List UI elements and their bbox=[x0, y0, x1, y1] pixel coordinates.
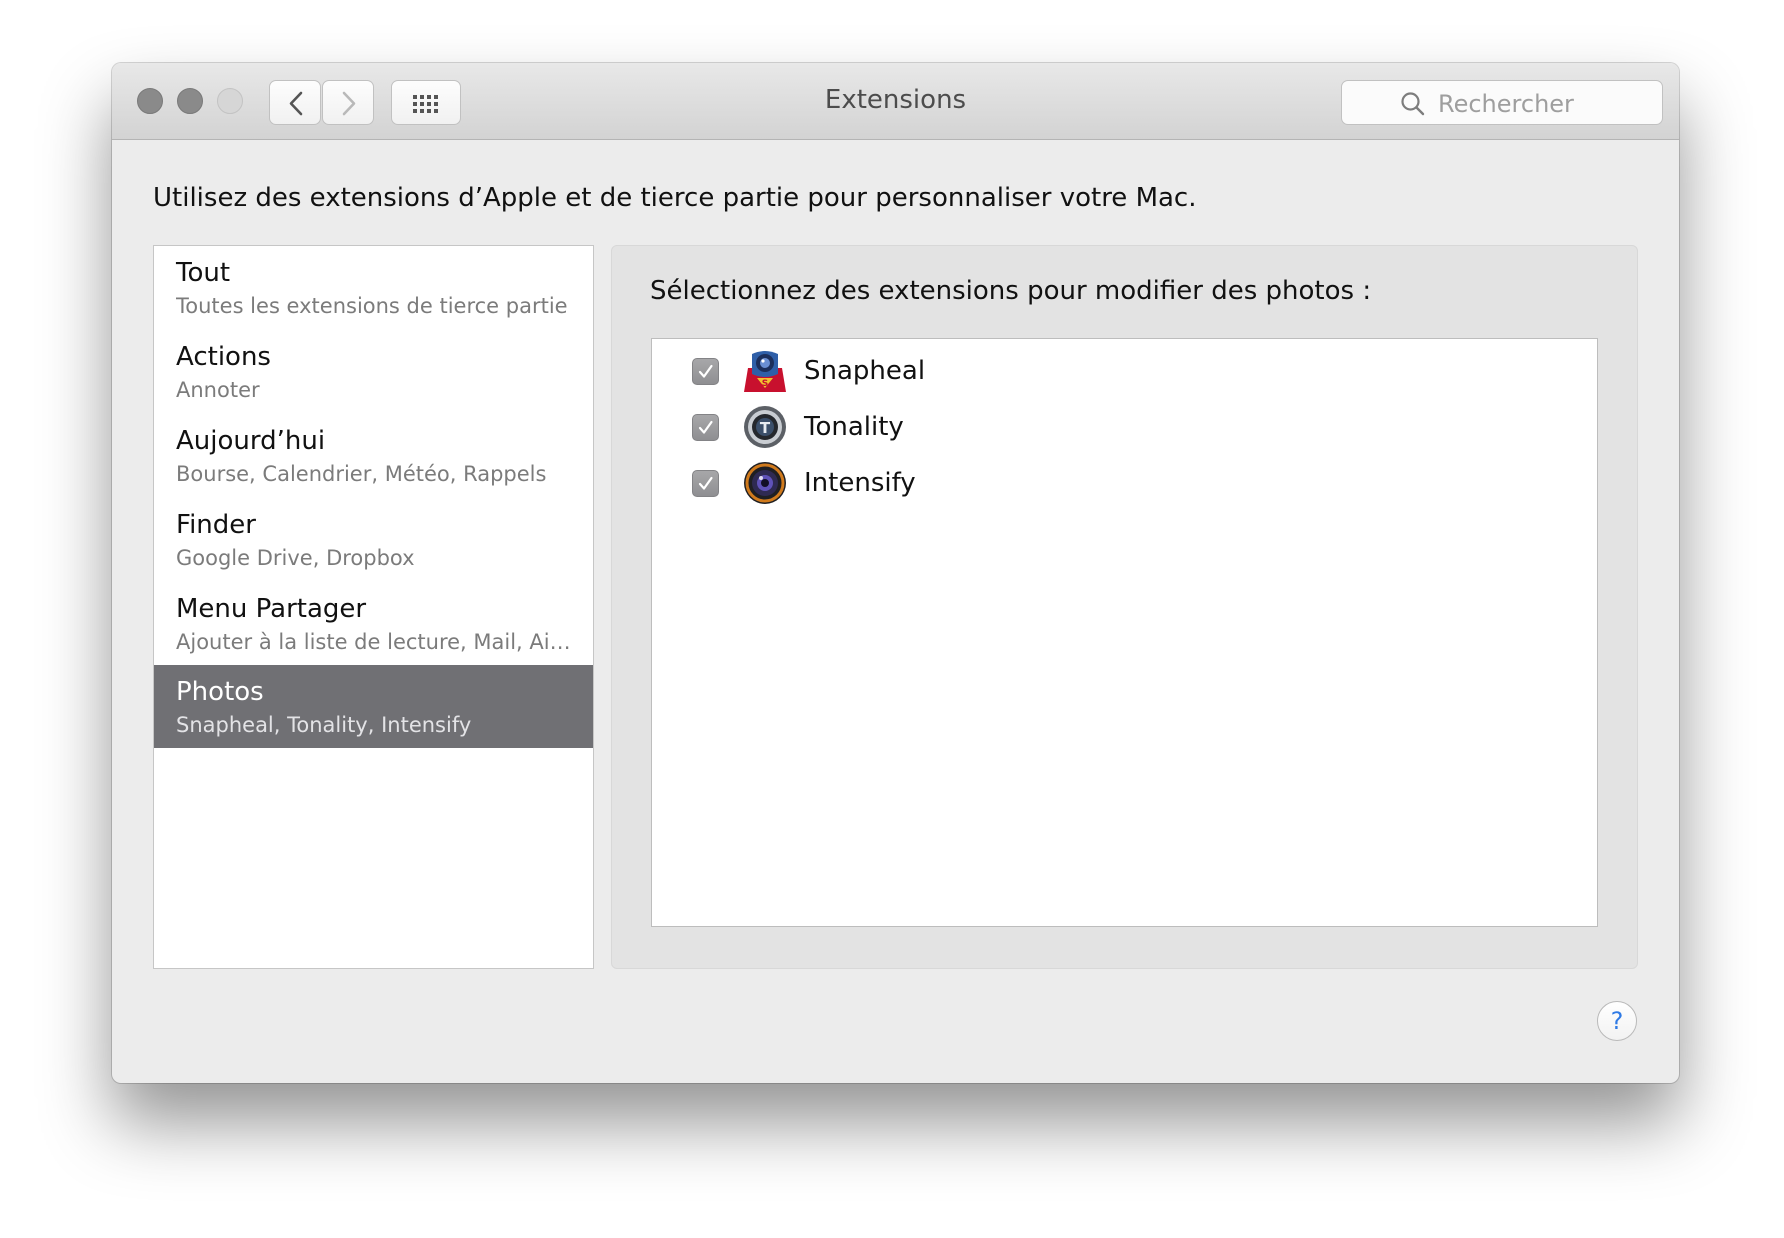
category-name: Menu Partager bbox=[176, 594, 367, 624]
extension-row-snapheal[interactable]: S Snapheal bbox=[652, 339, 1597, 403]
checkmark-icon bbox=[698, 476, 713, 490]
category-item-actions[interactable]: Actions Annoter bbox=[154, 330, 593, 413]
checkmark-icon bbox=[698, 364, 713, 378]
extension-row-intensify[interactable]: Intensify bbox=[652, 451, 1597, 515]
category-description: Bourse, Calendrier, Météo, Rappels bbox=[176, 462, 547, 486]
intro-text: Utilisez des extensions d’Apple et de ti… bbox=[153, 183, 1197, 213]
category-item-tout[interactable]: Tout Toutes les extensions de tierce par… bbox=[154, 246, 593, 329]
search-icon bbox=[1401, 92, 1425, 116]
tonality-icon: T bbox=[744, 406, 786, 448]
extension-name: Tonality bbox=[804, 412, 904, 442]
intensify-icon bbox=[744, 462, 786, 504]
checkmark-icon bbox=[698, 420, 713, 434]
help-button[interactable]: ? bbox=[1597, 1001, 1637, 1041]
search-placeholder: Rechercher bbox=[1438, 90, 1574, 118]
category-description: Annoter bbox=[176, 378, 260, 402]
category-description: Toutes les extensions de tierce partie bbox=[176, 294, 568, 318]
preferences-window: Extensions Rechercher Utilisez des exten… bbox=[112, 63, 1679, 1083]
tonality-checkbox[interactable] bbox=[692, 414, 719, 441]
snapheal-checkbox[interactable] bbox=[692, 358, 719, 385]
category-item-finder[interactable]: Finder Google Drive, Dropbox bbox=[154, 498, 593, 581]
detail-label: Sélectionnez des extensions pour modifie… bbox=[650, 276, 1372, 306]
category-item-aujourdhui[interactable]: Aujourd’hui Bourse, Calendrier, Météo, R… bbox=[154, 414, 593, 497]
title-bar: Extensions Rechercher bbox=[112, 63, 1679, 140]
category-name: Aujourd’hui bbox=[176, 426, 326, 456]
intensify-checkbox[interactable] bbox=[692, 470, 719, 497]
category-description: Snapheal, Tonality, Intensify bbox=[176, 713, 472, 737]
category-name: Actions bbox=[176, 342, 271, 372]
category-name: Photos bbox=[176, 677, 264, 707]
extension-list: S Snapheal T Tonality Intensify bbox=[651, 338, 1598, 927]
extension-name: Intensify bbox=[804, 468, 916, 498]
snapheal-icon: S bbox=[744, 351, 786, 392]
svg-text:T: T bbox=[760, 419, 771, 437]
category-name: Tout bbox=[176, 258, 231, 288]
category-description: Google Drive, Dropbox bbox=[176, 546, 415, 570]
category-description: Ajouter à la liste de lecture, Mail, Air… bbox=[176, 630, 576, 654]
search-field[interactable]: Rechercher bbox=[1341, 80, 1663, 125]
extension-detail-panel: Sélectionnez des extensions pour modifie… bbox=[611, 245, 1638, 969]
category-name: Finder bbox=[176, 510, 256, 540]
category-item-photos[interactable]: Photos Snapheal, Tonality, Intensify bbox=[154, 665, 593, 748]
extension-category-list: Tout Toutes les extensions de tierce par… bbox=[153, 245, 594, 969]
svg-text:S: S bbox=[762, 379, 768, 389]
category-item-menu-partager[interactable]: Menu Partager Ajouter à la liste de lect… bbox=[154, 582, 593, 665]
extension-row-tonality[interactable]: T Tonality bbox=[652, 395, 1597, 459]
extension-name: Snapheal bbox=[804, 356, 926, 386]
